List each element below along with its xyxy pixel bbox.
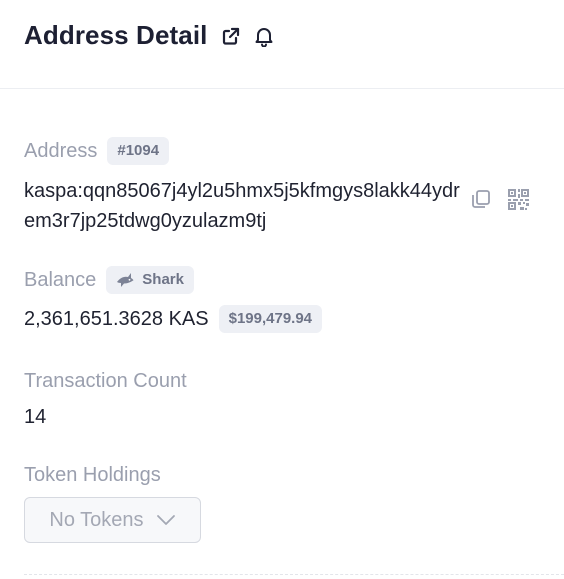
balance-label: Balance — [24, 269, 97, 291]
bell-icon[interactable] — [253, 25, 275, 47]
rank-badge: #1094 — [107, 137, 170, 165]
token-holdings-section: Token Holdings No Tokens — [24, 429, 540, 543]
section-divider — [24, 574, 564, 575]
external-link-icon[interactable] — [221, 26, 241, 46]
transaction-count-value: 14 — [24, 406, 47, 428]
transaction-count-section: Transaction Count 14 — [24, 333, 540, 429]
balance-amount: 2,361,651.3628 KAS — [24, 307, 209, 330]
shark-icon — [116, 272, 134, 288]
address-actions — [470, 188, 529, 210]
copy-icon[interactable] — [470, 188, 492, 210]
tier-badge: Shark — [106, 266, 194, 294]
tier-badge-label: Shark — [142, 271, 184, 288]
address-label: Address — [24, 140, 98, 162]
address-label-row: Address #1094 — [24, 137, 540, 165]
balance-label-row: Balance Shark — [24, 266, 540, 294]
balance-section: Balance Shark 2,361,651.3628 KAS $199,47… — [24, 236, 540, 333]
address-details: Address #1094 kaspa:qqn85067j4yl2u5hmx5j… — [0, 89, 564, 543]
balance-row: 2,361,651.3628 KAS $199,479.94 — [24, 305, 540, 333]
token-holdings-dropdown[interactable]: No Tokens — [24, 497, 201, 543]
page-header: Address Detail — [0, 0, 564, 89]
address-value: kaspa:qqn85067j4yl2u5hmx5j5kfmgys8lakk44… — [24, 180, 460, 232]
chevron-down-icon — [156, 514, 176, 526]
page-title: Address Detail — [24, 20, 208, 50]
address-section: Address #1094 kaspa:qqn85067j4yl2u5hmx5j… — [24, 89, 540, 236]
address-row: kaspa:qqn85067j4yl2u5hmx5j5kfmgys8lakk44… — [24, 176, 540, 236]
token-dropdown-value: No Tokens — [49, 508, 144, 531]
usd-value-badge: $199,479.94 — [218, 305, 323, 333]
qr-code-icon[interactable] — [508, 188, 529, 210]
transaction-count-label: Transaction Count — [24, 370, 187, 392]
token-holdings-label: Token Holdings — [24, 464, 161, 486]
